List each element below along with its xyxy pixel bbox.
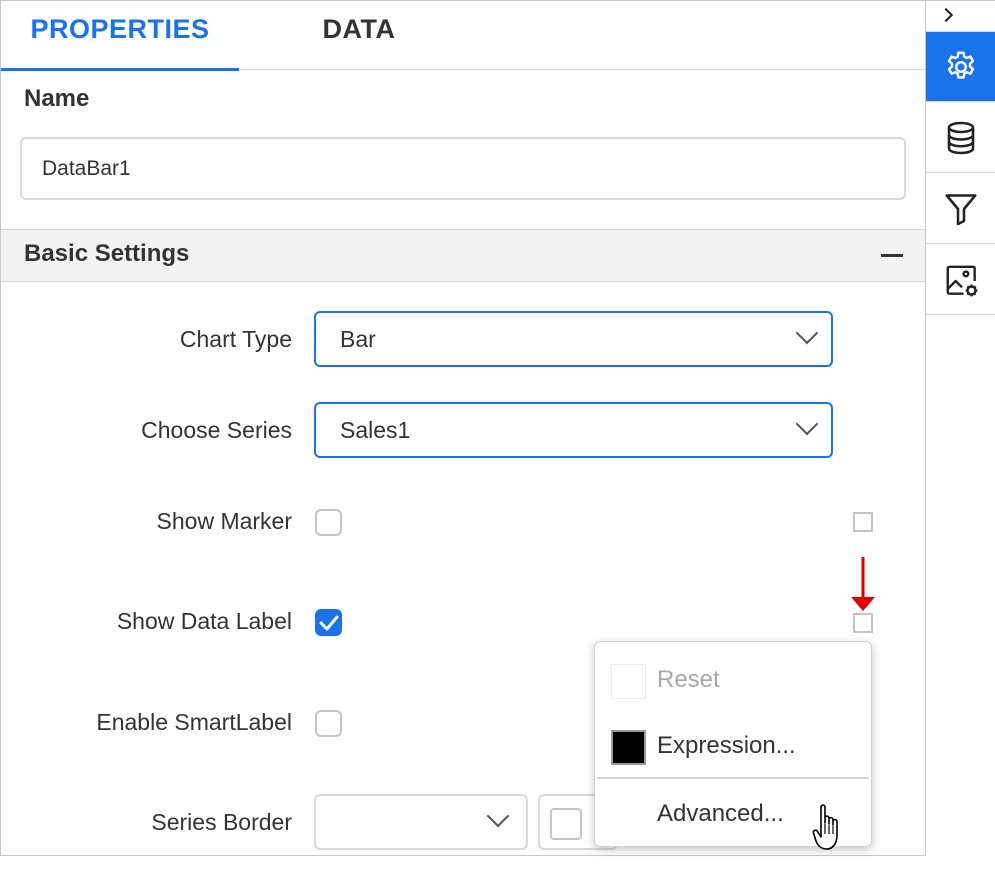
tab-data-label: DATA [322,14,396,44]
show-data-label-checkbox[interactable] [315,609,342,636]
chevron-right-icon [938,7,954,23]
chevron-down-icon [486,804,510,828]
chart-type-label: Chart Type [179,326,292,352]
show-marker-checkbox[interactable] [315,509,342,536]
name-input[interactable] [20,137,906,200]
chart-type-dropdown[interactable]: Bar [314,311,833,367]
choose-series-value: Sales1 [340,417,411,443]
show-marker-label: Show Marker [156,508,292,534]
choose-series-label: Choose Series [141,417,292,443]
color-swatch [550,808,582,840]
menu-item-expression-label: Expression... [657,732,796,759]
database-icon [947,121,975,155]
right-sidebar [925,1,995,856]
sidebar-filter-button[interactable] [926,174,995,244]
gear-icon [947,51,975,79]
image-settings-icon [946,265,978,297]
tab-data[interactable]: DATA [259,1,459,70]
show-marker-property-menu-box[interactable] [853,512,873,532]
hand-pointer-cursor-icon [812,804,838,850]
chevron-down-icon [795,321,819,345]
basic-settings-title: Basic Settings [24,240,190,267]
series-border-label: Series Border [151,809,292,835]
chart-type-value: Bar [340,326,376,352]
basic-settings-header[interactable]: Basic Settings [1,229,925,282]
show-data-label-property-menu-box[interactable] [853,613,873,633]
menu-item-reset[interactable]: Reset [595,646,871,710]
chevron-down-icon [795,412,819,436]
menu-separator [597,777,869,779]
red-arrow-annotation [851,557,875,611]
filter-icon [945,194,977,226]
expression-swatch [611,730,646,765]
menu-item-reset-label: Reset [657,666,720,693]
name-label: Name [24,85,90,112]
menu-item-advanced-label: Advanced... [657,800,784,827]
choose-series-dropdown[interactable]: Sales1 [314,402,833,458]
minus-icon[interactable] [881,254,903,257]
sidebar-properties-button[interactable] [926,32,995,102]
sidebar-toggle-button[interactable] [926,1,995,32]
series-border-style-dropdown[interactable] [314,794,528,850]
enable-smartlabel-checkbox[interactable] [315,710,342,737]
enable-smartlabel-label: Enable SmartLabel [96,709,292,735]
show-data-label-label: Show Data Label [116,608,292,634]
tab-properties[interactable]: PROPERTIES [1,1,239,71]
menu-item-expression[interactable]: Expression... [595,712,871,776]
tab-bar: PROPERTIES DATA [1,1,925,71]
active-tab-indicator [1,68,239,71]
tab-properties-label: PROPERTIES [30,14,210,44]
checkmark-icon [319,615,339,631]
sidebar-image-settings-button[interactable] [926,245,995,315]
reset-swatch [611,664,646,699]
sidebar-data-button[interactable] [926,103,995,173]
